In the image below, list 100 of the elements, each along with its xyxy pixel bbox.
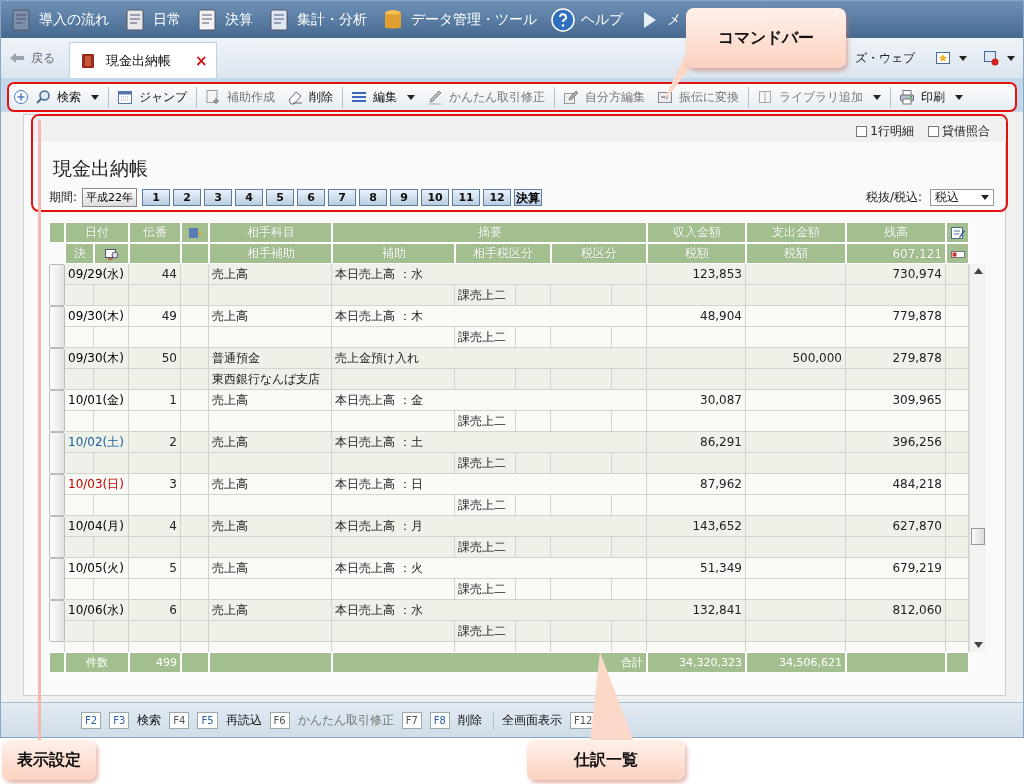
table-cell <box>94 579 129 600</box>
function-key-button[interactable]: F5 再読込 <box>197 711 262 729</box>
table-cell <box>129 369 181 390</box>
table-cell <box>551 411 612 432</box>
menu-item[interactable]: 日常 <box>123 7 181 32</box>
month-button[interactable]: 12 <box>483 189 512 206</box>
table-cell <box>612 411 647 432</box>
row-selector[interactable] <box>49 432 65 474</box>
month-button[interactable]: 11 <box>452 189 481 206</box>
tax-mode-label: 税抜/税込: <box>865 189 922 206</box>
table-cell <box>181 264 209 285</box>
table-cell <box>612 495 647 516</box>
tax-mode-select[interactable]: 税込 <box>930 189 994 206</box>
year-button[interactable]: 平成22年 <box>82 188 138 207</box>
month-button[interactable]: 3 <box>204 189 233 206</box>
table-cell: 679,219 <box>846 558 946 579</box>
table-cell <box>946 600 969 621</box>
column-header: 税額 <box>746 243 846 264</box>
table-cell <box>946 390 969 411</box>
toolbar-button[interactable]: ジャンプ <box>108 86 193 108</box>
function-key-button[interactable]: F8 削除 <box>429 711 482 729</box>
month-button[interactable]: 6 <box>297 189 326 206</box>
toolbar-button[interactable]: 編集 <box>342 86 421 108</box>
book-icon <box>757 89 773 105</box>
toolbar-button[interactable]: 印刷 <box>890 86 969 108</box>
ledger-tab[interactable]: 現金出納帳 × <box>69 42 217 78</box>
month-button[interactable]: 10 <box>421 189 450 206</box>
menu-item[interactable]: 決算 <box>195 7 253 32</box>
row-selector[interactable] <box>49 390 65 432</box>
menu-item[interactable]: 集計・分析 <box>267 7 367 32</box>
table-cell: 48,904 <box>647 306 746 327</box>
table-cell: 10/06(水) <box>65 600 129 621</box>
month-button[interactable]: 5 <box>266 189 295 206</box>
table-cell: 123,853 <box>647 264 746 285</box>
plus-icon[interactable] <box>13 89 29 105</box>
row-selector[interactable] <box>49 600 65 642</box>
option-checkbox[interactable]: 貸借照合 <box>928 120 990 142</box>
table-cell <box>551 453 612 474</box>
row-selector[interactable] <box>49 264 65 306</box>
menu-item[interactable]: 導入の流れ <box>9 7 109 32</box>
window-close-icon[interactable] <box>983 50 999 66</box>
eraser-icon <box>287 89 303 105</box>
table-cell: 売上高 <box>209 474 332 495</box>
table-cell <box>129 621 181 642</box>
scrollbar[interactable] <box>969 264 986 652</box>
table-cell <box>551 369 612 390</box>
row-selector[interactable] <box>49 474 65 516</box>
table-cell: 812,060 <box>846 600 946 621</box>
table-cell <box>65 327 94 348</box>
edit-icon[interactable] <box>949 224 966 241</box>
table-cell <box>946 621 969 642</box>
table-cell: 484,218 <box>846 474 946 495</box>
table-cell <box>946 453 969 474</box>
function-key-button[interactable]: F2 <box>81 711 102 729</box>
table-cell <box>65 369 94 390</box>
table-cell <box>181 432 209 453</box>
scroll-down-icon[interactable] <box>973 642 983 648</box>
table-cell <box>65 453 94 474</box>
month-button[interactable]: 1 <box>142 189 171 206</box>
pencil-icon <box>427 89 443 105</box>
month-button[interactable]: 2 <box>173 189 202 206</box>
table-cell <box>551 285 612 306</box>
table-cell: 本日売上高 ：金 <box>332 390 647 411</box>
menu-item[interactable]: メ <box>637 7 681 32</box>
month-button[interactable]: 9 <box>390 189 419 206</box>
function-key-button[interactable]: F3 検索 <box>109 711 162 729</box>
scroll-thumb[interactable] <box>971 528 985 545</box>
option-checkbox[interactable]: 1行明細 <box>856 120 914 142</box>
month-button[interactable]: 7 <box>328 189 357 206</box>
table-cell: 779,878 <box>846 306 946 327</box>
row-selector[interactable] <box>49 516 65 558</box>
row-selector[interactable] <box>49 348 65 390</box>
table-cell: 売上高 <box>209 432 332 453</box>
table-cell: 143,652 <box>647 516 746 537</box>
row-selector[interactable] <box>49 558 65 600</box>
scroll-up-icon[interactable] <box>973 268 983 274</box>
callout: 仕訳一覧 <box>527 740 685 780</box>
back-button[interactable]: 戻る <box>9 38 55 78</box>
star-window-icon[interactable] <box>935 50 951 66</box>
table-cell: 50 <box>129 348 181 369</box>
table-cell: 51,349 <box>647 558 746 579</box>
table-cell: 課売上二 <box>455 411 516 432</box>
table-cell <box>181 558 209 579</box>
function-key-button[interactable]: 全画面表示 <box>492 711 562 729</box>
table-cell <box>181 579 209 600</box>
table-cell: 09/30(木) <box>65 348 129 369</box>
month-button[interactable]: 4 <box>235 189 264 206</box>
web-link[interactable]: ズ・ウェブ <box>855 49 915 67</box>
closing-button[interactable]: 決算 <box>514 189 543 206</box>
table-cell: 5 <box>129 558 181 579</box>
toolbar-button[interactable]: 検索 <box>29 86 105 108</box>
row-selector[interactable] <box>49 306 65 348</box>
toolbar-button[interactable]: 削除 <box>281 86 339 108</box>
table-cell <box>612 537 647 558</box>
month-button[interactable]: 8 <box>359 189 388 206</box>
menu-item[interactable]: データ管理・ツール <box>381 7 537 32</box>
menu-item[interactable]: ヘルプ <box>551 7 623 32</box>
document-icon <box>267 7 291 32</box>
table-cell: 売上高 <box>209 390 332 411</box>
table-cell <box>94 621 129 642</box>
